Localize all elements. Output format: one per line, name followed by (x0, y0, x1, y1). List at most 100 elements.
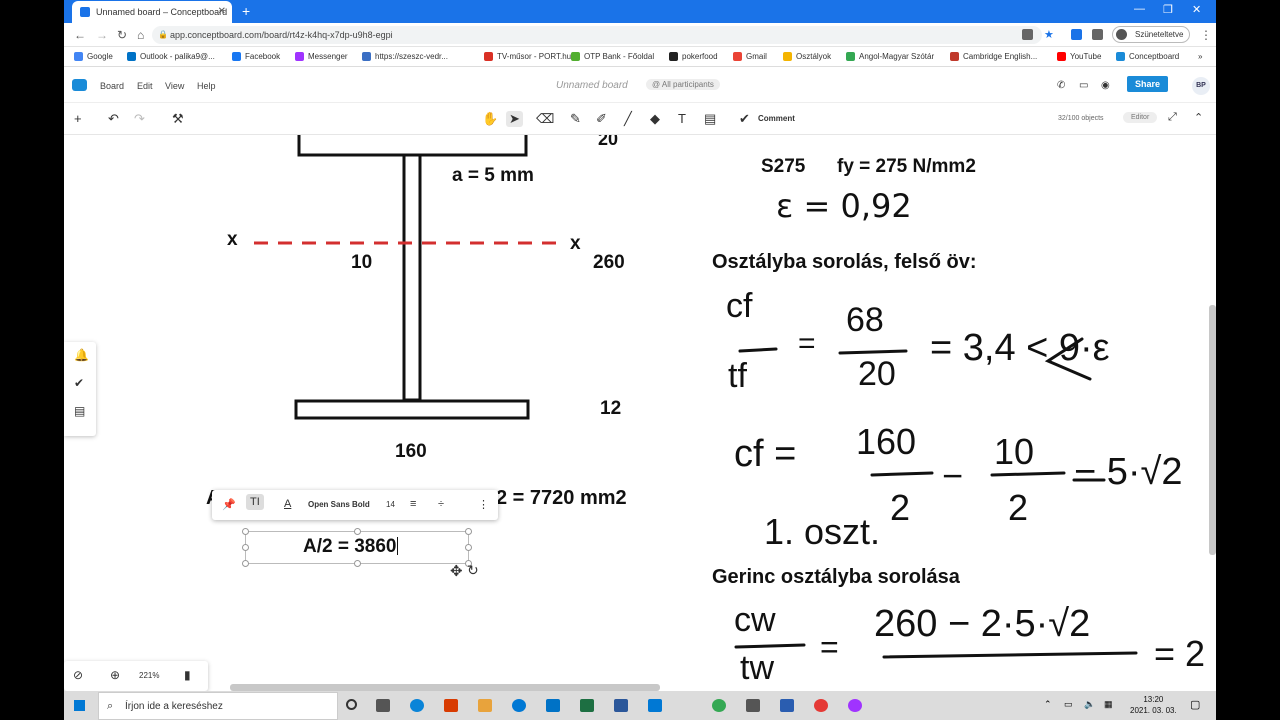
weld-size-label[interactable]: a = 5 mm (452, 165, 534, 187)
text-style-icon[interactable]: TI (246, 494, 264, 510)
chat-icon[interactable]: ◉ (1101, 80, 1110, 91)
edge-icon[interactable] (410, 699, 424, 712)
file-explorer-icon[interactable] (478, 699, 492, 712)
shapes-tool-icon[interactable]: ◆ (650, 111, 660, 127)
section-heading-top-flange[interactable]: Osztályba sorolás, felső öv: (712, 251, 977, 274)
extension-t-icon[interactable] (1071, 29, 1082, 40)
font-family-select[interactable]: Open Sans Bold (308, 500, 370, 509)
section-heading-web[interactable]: Gerinc osztályba sorolása (712, 566, 960, 589)
align-icon[interactable]: ≡ (410, 498, 416, 510)
bookmark-item[interactable]: TV-műsor - PORT.hu (484, 52, 571, 61)
volume-icon[interactable]: 🔈 (1084, 699, 1095, 710)
zoom-in-icon[interactable]: ⊕ (110, 668, 120, 682)
handwritten-epsilon[interactable]: ε = 0,92 (776, 187, 912, 225)
bookmark-star-icon[interactable]: ★ (1044, 28, 1054, 41)
taskbar-search-input[interactable]: ⌕ Írjon ide a kereséshez (98, 692, 338, 720)
chrome-icon[interactable] (712, 699, 726, 712)
handwritten-minus-root[interactable]: − 5·√2 (1074, 451, 1183, 494)
bottom-flange[interactable] (294, 399, 530, 420)
teamviewer-icon[interactable] (512, 699, 526, 712)
taskbar-clock[interactable]: 13:20 2021. 03. 03. (1130, 694, 1177, 716)
minimize-icon[interactable]: — (1134, 3, 1145, 15)
recorder-icon[interactable] (814, 699, 828, 712)
add-icon[interactable]: + (74, 111, 82, 126)
resize-handle[interactable] (354, 528, 361, 535)
bookmark-item[interactable]: YouTube (1057, 52, 1101, 61)
line-tool-icon[interactable]: ╱ (624, 111, 632, 127)
collapse-icon[interactable]: ⌃ (1194, 111, 1203, 124)
menu-edit[interactable]: Edit (137, 81, 153, 91)
menu-help[interactable]: Help (197, 81, 216, 91)
undo-icon[interactable]: ↶ (108, 111, 119, 127)
notifications-icon[interactable]: ▢ (1190, 698, 1200, 711)
word-icon[interactable] (614, 699, 628, 712)
resize-handle[interactable] (465, 528, 472, 535)
comment-button[interactable]: Comment (758, 114, 795, 123)
bookmark-item[interactable]: Osztályok (783, 52, 831, 61)
comment-icon[interactable]: ✔ (739, 111, 750, 127)
dim-height[interactable]: 260 (593, 252, 625, 274)
bookmark-item[interactable]: pokerfood (669, 52, 718, 61)
bookmark-item[interactable]: https://szeszc-vedr... (362, 52, 448, 61)
resize-handle[interactable] (354, 560, 361, 567)
bookmark-item[interactable]: Angol-Magyar Szótár (846, 52, 934, 61)
handwritten-denominator-2b[interactable]: 2 (1008, 487, 1028, 529)
bookmark-item[interactable]: Messenger (295, 52, 348, 61)
bookmark-item[interactable]: Google (74, 52, 113, 61)
bookmark-item[interactable]: Gmail (733, 52, 767, 61)
conceptboard-logo-icon[interactable] (72, 79, 87, 91)
close-tab-icon[interactable]: ✕ (218, 6, 226, 17)
menu-board[interactable]: Board (100, 81, 124, 91)
board-canvas[interactable]: 20 a = 5 mm x x 10 260 12 160 A 2 = 7720… (64, 135, 1216, 685)
horizontal-scrollbar[interactable] (230, 684, 660, 691)
fullscreen-icon[interactable]: ⤢ (1168, 111, 1177, 124)
more-options-icon[interactable]: ⋮ (478, 498, 489, 511)
sticky-note-icon[interactable]: ▤ (704, 111, 716, 127)
participants-badge[interactable]: @ All participants (646, 79, 720, 90)
redo-icon[interactable]: ↷ (134, 111, 145, 127)
font-color-icon[interactable]: A (284, 498, 291, 510)
tasks-check-icon[interactable]: ✔ (74, 376, 84, 390)
web[interactable] (402, 153, 422, 402)
text-tool-icon[interactable]: T (678, 111, 686, 126)
dim-top-flange-thickness[interactable]: 20 (598, 135, 618, 150)
present-icon[interactable]: ▭ (1079, 80, 1088, 91)
area-label-right[interactable]: 2 = 7720 mm2 (496, 487, 627, 510)
handwritten-20[interactable]: 20 (858, 355, 896, 394)
photos-icon[interactable] (746, 699, 760, 712)
bookmark-item[interactable]: OTP Bank - Főoldal (571, 52, 654, 61)
forward-icon[interactable]: → (96, 28, 108, 42)
board-title[interactable]: Unnamed board (556, 80, 628, 91)
translate-icon[interactable] (1022, 29, 1033, 40)
axis-x-right[interactable]: x (570, 233, 581, 255)
office-icon[interactable] (444, 699, 458, 712)
windows-start-icon[interactable] (74, 700, 85, 711)
handwritten-equals-tail[interactable]: = 2 (1154, 633, 1205, 675)
home-icon[interactable]: ⌂ (137, 28, 144, 42)
outlook-icon[interactable] (546, 699, 560, 712)
more-bookmarks-icon[interactable]: » (1198, 52, 1202, 61)
vertical-scrollbar[interactable] (1209, 305, 1216, 555)
new-tab-button[interactable]: + (242, 3, 250, 19)
rotate-icon[interactable]: ↻ (467, 562, 479, 579)
excel-icon[interactable] (580, 699, 594, 712)
edit-text[interactable]: A/2 = 3860 (303, 536, 398, 558)
phone-icon[interactable]: ✆ (1057, 80, 1065, 91)
handwritten-tw[interactable]: tw (740, 649, 774, 685)
task-view-icon[interactable] (376, 699, 390, 712)
bookmark-item[interactable]: Cambridge English... (950, 52, 1037, 61)
pen-tool-icon[interactable]: ✎ (570, 111, 581, 127)
handwritten-denominator-2a[interactable]: 2 (890, 487, 910, 529)
language-icon[interactable]: ▦ (1104, 699, 1113, 710)
share-button[interactable]: Share (1127, 76, 1169, 92)
mail-icon[interactable] (648, 699, 662, 712)
line-spacing-icon[interactable]: ÷ (438, 498, 444, 510)
handwritten-ratio-result[interactable]: = 3,4 < 9·ε (930, 327, 1110, 370)
dim-bottom-flange-thickness[interactable]: 12 (600, 398, 621, 420)
bookmark-item[interactable]: Outlook - palika9@... (127, 52, 215, 61)
navigator-compass-icon[interactable]: ⊘ (73, 668, 83, 682)
bookmark-item[interactable]: Conceptboard (1116, 52, 1179, 61)
handwritten-cf-equals[interactable]: cf = (734, 433, 796, 476)
menu-view[interactable]: View (165, 81, 184, 91)
pin-icon[interactable]: 📌 (222, 498, 236, 511)
